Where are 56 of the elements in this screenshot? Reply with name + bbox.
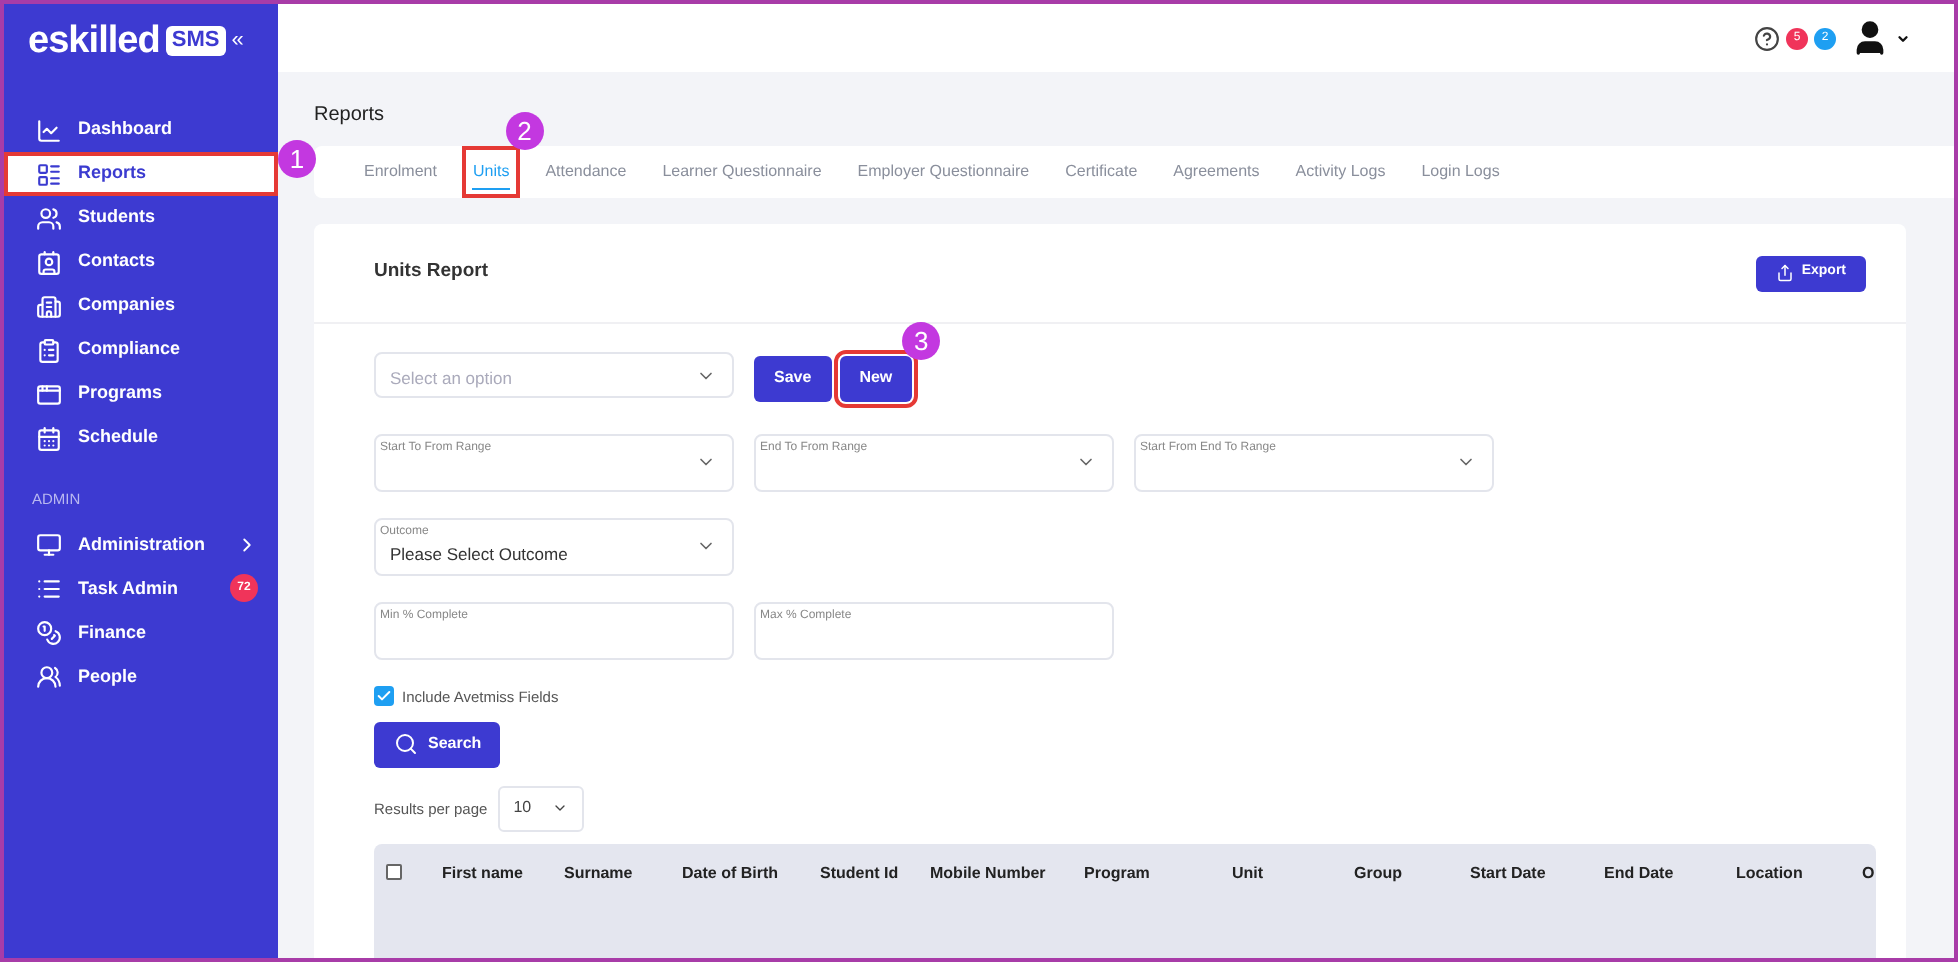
building-icon: [36, 293, 62, 319]
column-header[interactable]: Unit: [1232, 861, 1354, 886]
brand-logo: eskilled: [28, 21, 160, 59]
checkbox[interactable]: [374, 686, 394, 707]
column-header[interactable]: Location: [1736, 861, 1862, 886]
help-icon[interactable]: [1754, 25, 1780, 51]
sidebar-item[interactable]: Contacts: [4, 240, 278, 284]
sidebar-item[interactable]: Dashboard: [4, 108, 278, 152]
people-icon: [36, 663, 62, 690]
column-header[interactable]: Group: [1354, 861, 1470, 886]
column-header[interactable]: Date of Birth: [682, 861, 820, 886]
search-button[interactable]: Search: [374, 721, 500, 768]
column-header[interactable]: End Date: [1604, 861, 1736, 886]
export-icon: [1775, 264, 1794, 282]
search-icon: [394, 732, 418, 757]
callout-number: 2: [505, 112, 544, 150]
list-icon: [36, 575, 62, 602]
column-header[interactable]: Start Date: [1470, 861, 1604, 886]
collapse-toggle[interactable]: «: [231, 29, 244, 51]
column-header[interactable]: O: [1862, 861, 1876, 886]
callout-number: 1: [278, 140, 316, 178]
sidebar-item[interactable]: Companies: [4, 284, 278, 328]
action-button[interactable]: Save: [754, 355, 832, 401]
sidebar-item[interactable]: Reports: [4, 152, 278, 196]
sidebar-item[interactable]: Schedule: [4, 416, 278, 460]
page-size-select[interactable]: 10: [497, 785, 584, 832]
sidebar-item[interactable]: Programs: [4, 372, 278, 416]
check-icon: [376, 688, 392, 705]
calendar-icon: [36, 425, 62, 451]
monitor-icon: [36, 531, 62, 558]
page-title: Reports: [314, 102, 387, 130]
sidebar-item[interactable]: Finance: [4, 610, 278, 655]
sidebar-item[interactable]: Students: [4, 196, 278, 240]
window-icon: [36, 381, 62, 407]
column-header[interactable]: First name: [442, 861, 564, 886]
column-header[interactable]: Program: [1084, 861, 1232, 886]
sidebar-item[interactable]: Administration: [4, 522, 278, 567]
list-icon: [36, 161, 62, 187]
callout-number: 3: [902, 322, 941, 360]
select-all-checkbox[interactable]: [386, 863, 402, 880]
users-icon: [36, 205, 62, 231]
sidebar-item[interactable]: Compliance: [4, 328, 278, 372]
placeholder-text: Select an option: [390, 366, 512, 392]
column-header[interactable]: Surname: [564, 861, 682, 886]
column-header[interactable]: Mobile Number: [930, 861, 1084, 886]
caret-icon[interactable]: [1896, 31, 1910, 45]
card-title: Units Report: [374, 258, 488, 287]
contact-card-icon: [36, 249, 62, 275]
field-value: Please Select Outcome: [390, 541, 568, 567]
action-button[interactable]: New: [839, 355, 913, 401]
sidebar-item[interactable]: People: [4, 654, 278, 699]
column-header[interactable]: Student Id: [820, 861, 930, 886]
checklist-icon: [36, 337, 62, 363]
line-chart-icon: [36, 117, 62, 143]
brand-badge: SMS: [165, 25, 226, 55]
coins-icon: [36, 619, 62, 646]
